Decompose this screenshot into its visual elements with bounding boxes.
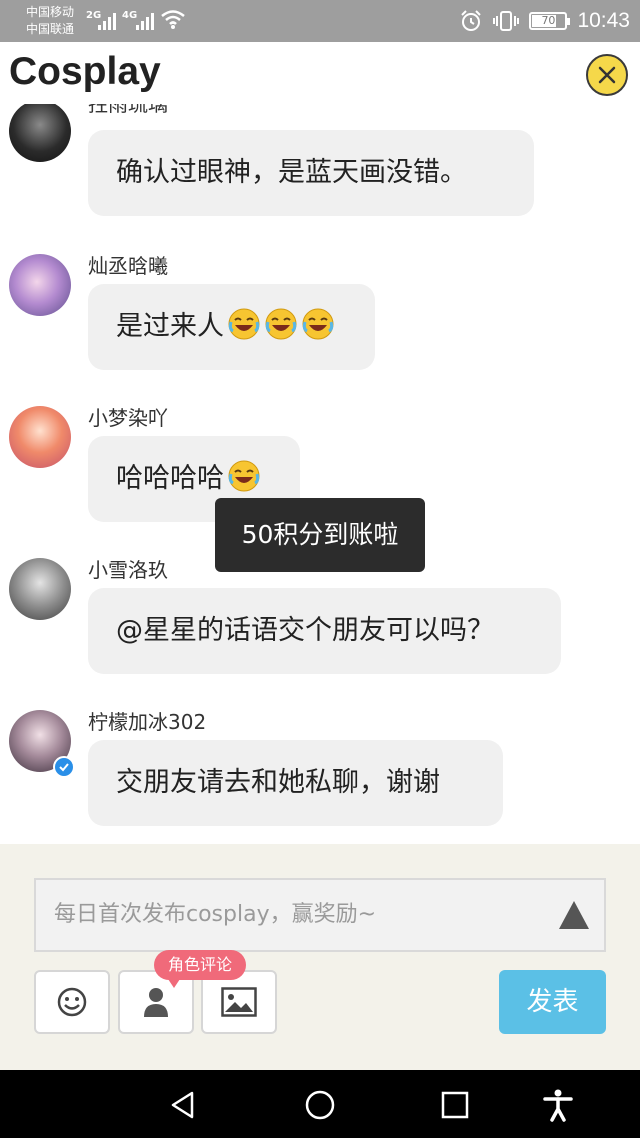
avatar[interactable]: [9, 406, 71, 468]
message-text: 哈哈哈哈: [116, 463, 224, 494]
carrier-1: 中国移动: [26, 5, 75, 19]
message-bubble: 是过来人: [88, 284, 375, 370]
message-text: 交朋友请去和她私聊，谢谢: [116, 767, 440, 798]
accessibility-button[interactable]: [541, 1088, 575, 1122]
emoji-icon: [57, 987, 87, 1017]
battery-icon: 70: [529, 12, 571, 30]
status-right: 70 10:43: [459, 6, 630, 36]
accessibility-icon: [543, 1089, 573, 1122]
header: Cosplay: [0, 42, 640, 104]
toast-message: 50积分到账啦: [215, 498, 425, 572]
emoji-button[interactable]: [34, 970, 110, 1034]
image-icon: [221, 987, 257, 1017]
avatar[interactable]: [9, 104, 71, 162]
status-bar: 中国移动 中国联通 2G 4G 70 10:43: [0, 0, 640, 42]
wifi-icon: [161, 10, 185, 29]
navigation-bar: [0, 1070, 640, 1138]
role-comment-badge: 角色评论: [154, 950, 247, 988]
expand-arrow-icon[interactable]: [558, 900, 590, 930]
message-username[interactable]: 拄雨琉璃: [88, 104, 168, 117]
laughing-emoji-icon: [228, 460, 260, 492]
close-button[interactable]: [586, 54, 628, 96]
comment-input[interactable]: 每日首次发布cosplay，赢奖励~: [34, 878, 606, 952]
carrier-names: 中国移动 中国联通: [26, 4, 74, 38]
message-bubble: 确认过眼神，是蓝天画没错。: [88, 130, 534, 216]
message-text: 是过来人: [116, 311, 224, 342]
recents-square-icon: [441, 1091, 469, 1119]
close-icon: [598, 66, 616, 84]
page-title: Cosplay: [9, 50, 161, 93]
back-triangle-icon: [171, 1091, 194, 1119]
alarm-icon: [461, 10, 482, 31]
person-icon: [144, 988, 168, 1017]
laughing-emoji-icon: [265, 308, 297, 340]
message-list[interactable]: 拄雨琉璃 确认过眼神，是蓝天画没错。 灿丞晗曦 是过来人 小梦染吖 哈哈哈哈 小…: [0, 104, 640, 844]
message-text: 确认过眼神，是蓝天画没错。: [116, 157, 467, 188]
message-username[interactable]: 灿丞晗曦: [88, 250, 168, 279]
vibrate-icon: [493, 11, 520, 31]
carrier-2: 中国联通: [26, 22, 75, 36]
network-type-2: 4G: [122, 10, 138, 21]
message-bubble: 交朋友请去和她私聊，谢谢: [88, 740, 503, 826]
verified-badge-icon: [53, 756, 75, 778]
battery-level: 70: [541, 14, 556, 27]
signal-icon: [98, 10, 118, 30]
avatar[interactable]: [9, 254, 71, 316]
signal-icon-2: [136, 10, 156, 30]
back-button[interactable]: [166, 1088, 200, 1122]
message-username[interactable]: 小梦染吖: [88, 402, 168, 431]
composer: 每日首次发布cosplay，赢奖励~ 角色评论 发表: [0, 844, 640, 1070]
clock: 10:43: [577, 9, 630, 32]
laughing-emoji-icon: [302, 308, 334, 340]
publish-button[interactable]: 发表: [499, 970, 606, 1034]
message-bubble: @星星的话语交个朋友可以吗？: [88, 588, 561, 674]
laughing-emoji-icon: [228, 308, 260, 340]
home-circle-icon: [305, 1090, 335, 1120]
message-username[interactable]: 小雪洛玖: [88, 554, 168, 583]
home-button[interactable]: [303, 1088, 337, 1122]
comment-input-placeholder: 每日首次发布cosplay，赢奖励~: [54, 902, 377, 927]
message-text: @星星的话语交个朋友可以吗？: [116, 615, 494, 646]
avatar[interactable]: [9, 558, 71, 620]
message-username[interactable]: 柠檬加冰302: [88, 706, 206, 735]
recents-button[interactable]: [438, 1088, 472, 1122]
